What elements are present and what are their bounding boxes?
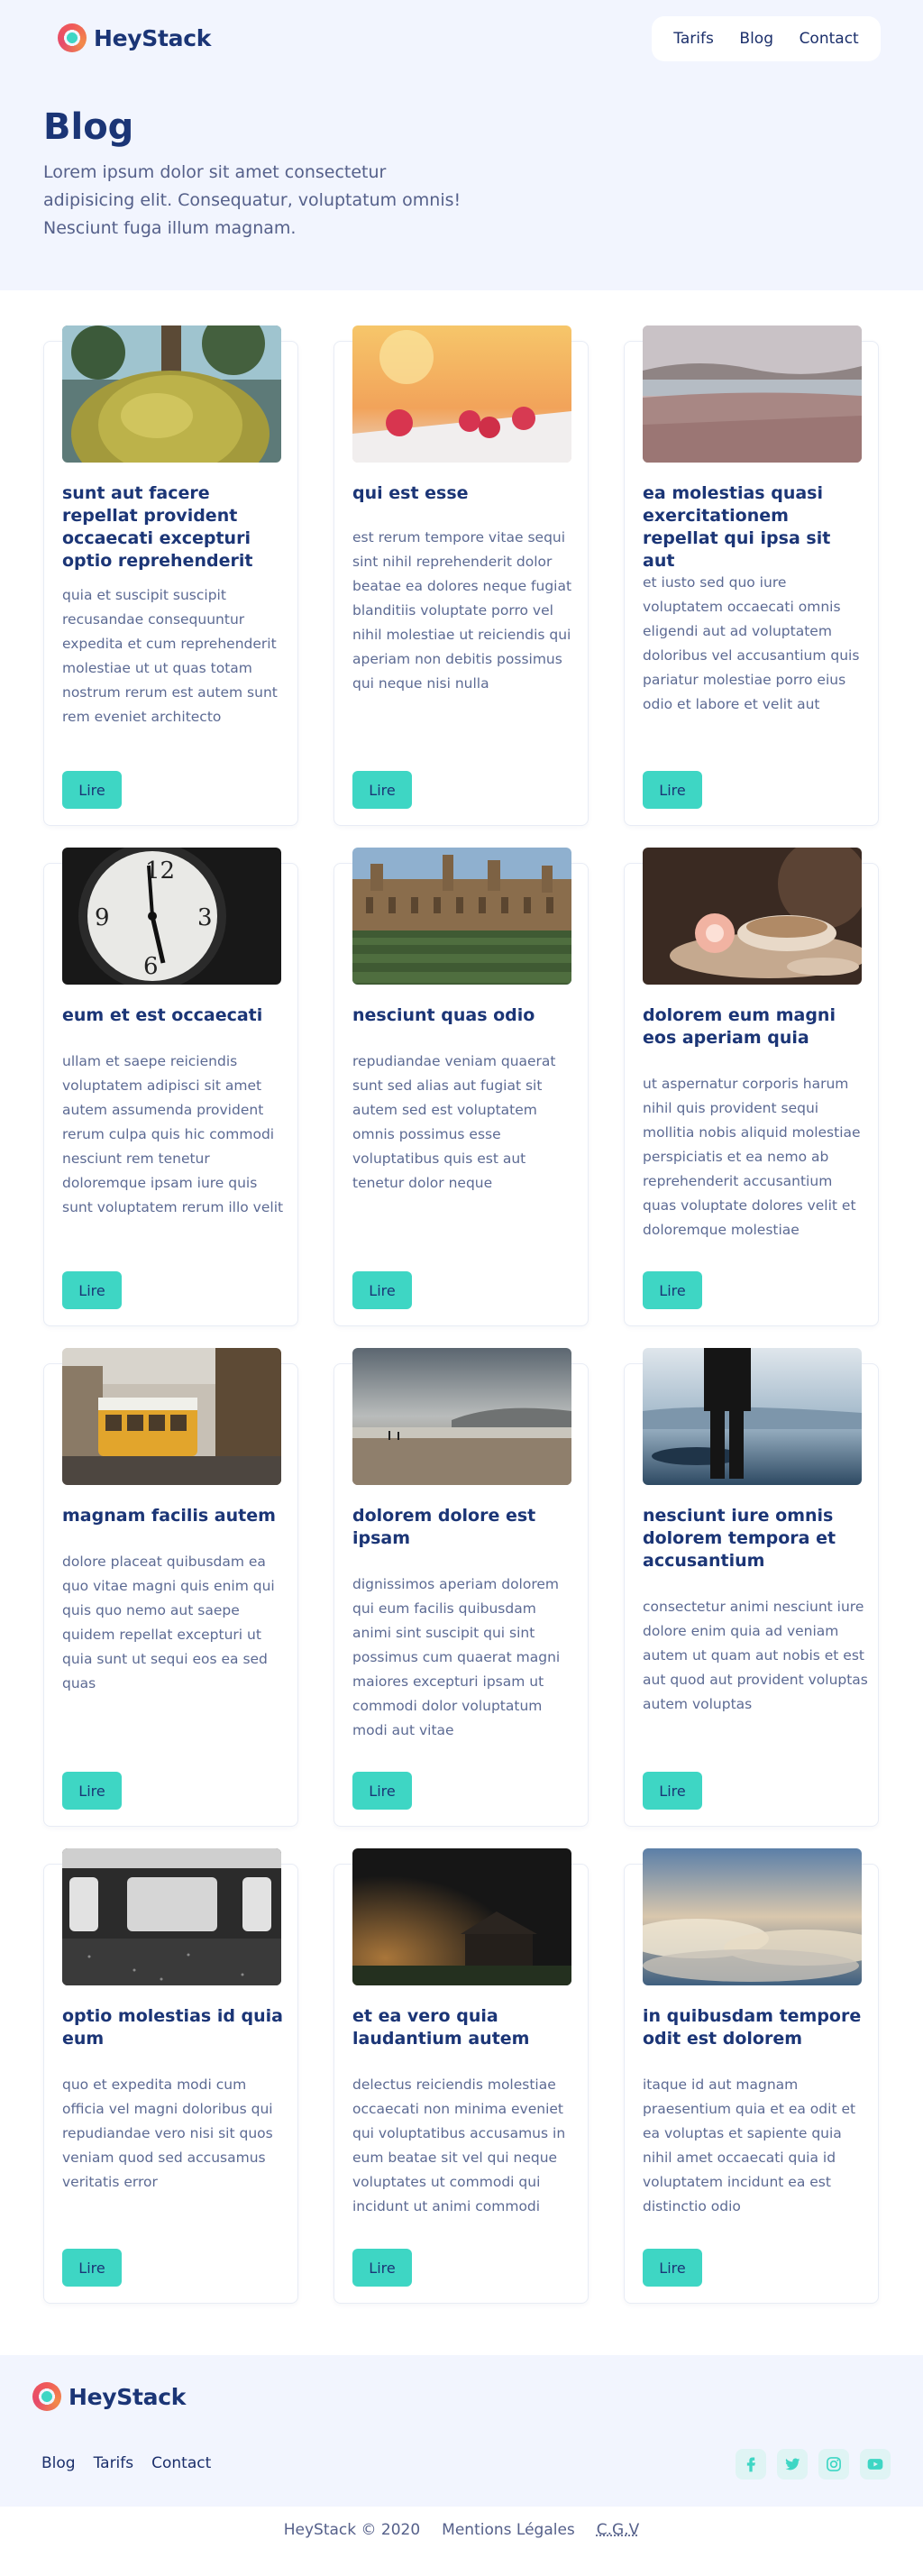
copyright-text: HeyStack © 2020 (283, 2521, 421, 2539)
card-excerpt: consectetur animi nesciunt iure dolore e… (643, 1599, 868, 1712)
brand-logo[interactable]: HeyStack (58, 23, 211, 52)
blog-card: in quibusdam tempore odit est dolorem it… (624, 1848, 879, 2304)
blog-card: ea molestias quasi exercitationem repell… (624, 325, 879, 826)
card-title[interactable]: in quibusdam tempore odit est dolorem (643, 2005, 868, 2050)
svg-text:9: 9 (95, 904, 110, 931)
teacup-photo (643, 848, 862, 985)
clouds-photo (643, 1848, 862, 1985)
main-nav: Tarifs Blog Contact (652, 16, 881, 61)
svg-text:3: 3 (197, 904, 213, 931)
page-header: HeyStack Tarifs Blog Contact Blog Lorem … (0, 0, 923, 290)
nav-item-tarifs[interactable]: Tarifs (673, 30, 714, 48)
read-button[interactable]: Lire (643, 1271, 702, 1309)
blog-card: dolorem eum magni eos aperiam quia ut as… (624, 848, 879, 1326)
card-title[interactable]: eum et est occaecati (62, 1004, 288, 1027)
card-excerpt: quo et expedita modi cum officia vel mag… (62, 2076, 273, 2190)
card-excerpt: dolore placeat quibusdam ea quo vitae ma… (62, 1554, 275, 1691)
read-button[interactable]: Lire (643, 1772, 702, 1810)
read-button[interactable]: Lire (352, 1271, 412, 1309)
logo-icon (58, 23, 87, 52)
facebook-icon[interactable] (736, 2449, 766, 2480)
footer-brand-logo[interactable]: HeyStack (32, 2382, 186, 2411)
blog-card: et ea vero quia laudantium autem delectu… (334, 1848, 589, 2304)
silhouette-lake-photo (643, 1348, 862, 1485)
footer-link-contact[interactable]: Contact (151, 2454, 211, 2472)
college-photo (352, 848, 571, 985)
blog-card: qui est esse est rerum tempore vitae seq… (334, 325, 589, 826)
card-excerpt: repudiandae veniam quaerat sunt sed alia… (352, 1053, 556, 1191)
card-excerpt: ullam et saepe reiciendis voluptatem adi… (62, 1053, 284, 1215)
page-footer: HeyStack Blog Tarifs Contact (0, 2355, 923, 2507)
card-title[interactable]: qui est esse (352, 482, 578, 505)
twitter-icon[interactable] (777, 2449, 808, 2480)
lake-field-photo (643, 325, 862, 463)
card-title[interactable]: ea molestias quasi exercitationem repell… (643, 482, 868, 573)
blog-card: nesciunt quas odio repudiandae veniam qu… (334, 848, 589, 1326)
read-button[interactable]: Lire (643, 2249, 702, 2287)
legal-notice-link[interactable]: Mentions Légales (442, 2521, 575, 2539)
beach-photo (352, 1348, 571, 1485)
raspberries-photo (352, 325, 571, 463)
card-excerpt: delectus reiciendis molestiae occaecati … (352, 2076, 566, 2214)
read-button[interactable]: Lire (352, 2249, 412, 2287)
card-excerpt: est rerum tempore vitae sequi sint nihil… (352, 529, 572, 692)
moss-tree-photo (62, 325, 281, 463)
youtube-icon[interactable] (860, 2449, 891, 2480)
card-excerpt: dignissimos aperiam dolorem qui eum faci… (352, 1576, 561, 1738)
page-title: Blog (43, 106, 134, 148)
nav-item-contact[interactable]: Contact (800, 30, 859, 48)
card-excerpt: et iusto sed quo iure voluptatem occaeca… (643, 574, 860, 712)
tram-photo (62, 1348, 281, 1485)
card-title[interactable]: dolorem dolore est ipsam (352, 1505, 578, 1550)
nav-item-blog[interactable]: Blog (739, 30, 773, 48)
footer-link-blog[interactable]: Blog (41, 2454, 76, 2472)
blog-card: dolorem dolore est ipsam dignissimos ape… (334, 1348, 589, 1827)
read-button[interactable]: Lire (352, 1772, 412, 1810)
blog-card: nesciunt iure omnis dolorem tempora et a… (624, 1348, 879, 1827)
clock-photo: 12 3 6 9 (62, 848, 281, 985)
brand-name: HeyStack (94, 24, 212, 51)
card-excerpt: itaque id aut magnam praesentium quia et… (643, 2076, 856, 2214)
blog-card: 12 3 6 9 eum et est occaecati ullam et s… (43, 848, 298, 1326)
footer-nav: Blog Tarifs Contact (41, 2454, 211, 2472)
night-barn-photo (352, 1848, 571, 1985)
footer-brand-name: HeyStack (69, 2383, 187, 2410)
card-title[interactable]: nesciunt iure omnis dolorem tempora et a… (643, 1505, 868, 1572)
blog-card: magnam facilis autem dolore placeat quib… (43, 1348, 298, 1827)
read-button[interactable]: Lire (62, 1772, 122, 1810)
svg-text:6: 6 (143, 953, 159, 980)
blog-card: sunt aut facere repellat provident occae… (43, 325, 298, 826)
card-excerpt: ut aspernatur corporis harum nihil quis … (643, 1076, 861, 1238)
card-excerpt: quia et suscipit suscipit recusandae con… (62, 587, 278, 725)
logo-icon (32, 2382, 61, 2411)
instagram-icon[interactable] (818, 2449, 849, 2480)
card-title[interactable]: nesciunt quas odio (352, 1004, 578, 1027)
read-button[interactable]: Lire (62, 2249, 122, 2287)
card-title[interactable]: sunt aut facere repellat provident occae… (62, 482, 288, 573)
cgv-link[interactable]: C.G.V (597, 2521, 639, 2539)
read-button[interactable]: Lire (352, 771, 412, 809)
footer-link-tarifs[interactable]: Tarifs (94, 2454, 134, 2472)
card-title[interactable]: et ea vero quia laudantium autem (352, 2005, 578, 2050)
read-button[interactable]: Lire (62, 1271, 122, 1309)
card-title[interactable]: magnam facilis autem (62, 1505, 288, 1527)
read-button[interactable]: Lire (643, 771, 702, 809)
blog-card: optio molestias id quia eum quo et exped… (43, 1848, 298, 2304)
social-links (736, 2449, 891, 2480)
train-window-photo (62, 1848, 281, 1985)
copyright-bar: HeyStack © 2020 Mentions Légales C.G.V (0, 2521, 923, 2539)
read-button[interactable]: Lire (62, 771, 122, 809)
page-intro: Lorem ipsum dolor sit amet consectetur a… (43, 162, 462, 238)
card-title[interactable]: optio molestias id quia eum (62, 2005, 288, 2050)
card-title[interactable]: dolorem eum magni eos aperiam quia (643, 1004, 868, 1050)
